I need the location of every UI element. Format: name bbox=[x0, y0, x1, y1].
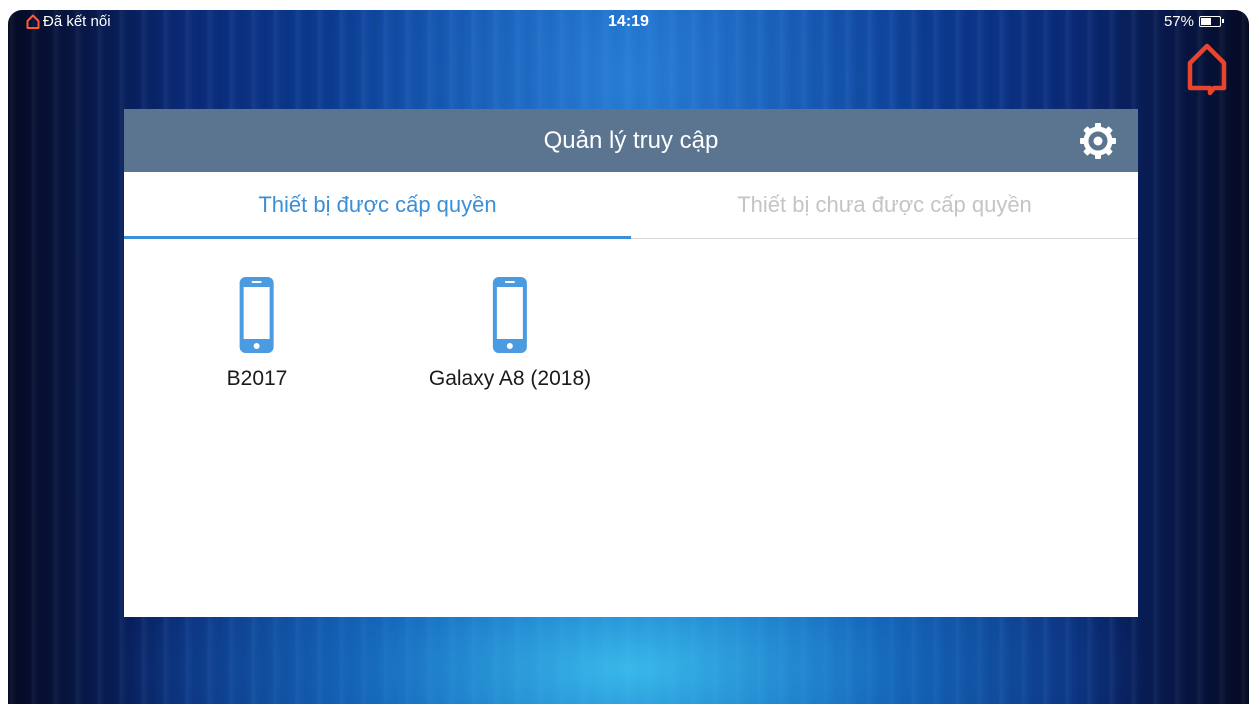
app-screen: Đã kết nối 14:19 57% Quản lý truy cập Th… bbox=[8, 10, 1249, 704]
status-bar: Đã kết nối 14:19 57% bbox=[8, 10, 1249, 34]
panel-title: Quản lý truy cập bbox=[543, 127, 719, 154]
tab-authorized-devices[interactable]: Thiết bị được cấp quyền bbox=[124, 172, 631, 239]
status-time: 14:19 bbox=[608, 13, 649, 30]
device-tabs: Thiết bị được cấp quyền Thiết bị chưa đư… bbox=[124, 172, 1138, 239]
battery-fill bbox=[1201, 18, 1211, 25]
battery-percent: 57% bbox=[1163, 13, 1194, 30]
battery-icon bbox=[1199, 16, 1224, 27]
device-name: Galaxy A8 (2018) bbox=[428, 367, 592, 390]
panel-header: Quản lý truy cập bbox=[124, 109, 1138, 172]
home-icon bbox=[1187, 43, 1227, 96]
battery-status: 57% bbox=[1163, 13, 1224, 30]
device-item-galaxy-a8[interactable]: Galaxy A8 (2018) bbox=[429, 275, 591, 391]
tab-unauthorized-devices[interactable]: Thiết bị chưa được cấp quyền bbox=[631, 172, 1138, 238]
device-name: B2017 bbox=[226, 367, 288, 390]
settings-button[interactable] bbox=[1078, 121, 1118, 161]
smartphone-icon bbox=[492, 277, 527, 353]
gear-icon bbox=[1080, 123, 1116, 159]
battery-tip bbox=[1222, 19, 1224, 23]
smartphone-icon bbox=[239, 277, 274, 353]
home-button[interactable] bbox=[1185, 40, 1229, 96]
access-management-panel: Quản lý truy cập Thiết bị được cấp quyền… bbox=[124, 109, 1138, 617]
device-item-b2017[interactable]: B2017 bbox=[226, 275, 288, 391]
